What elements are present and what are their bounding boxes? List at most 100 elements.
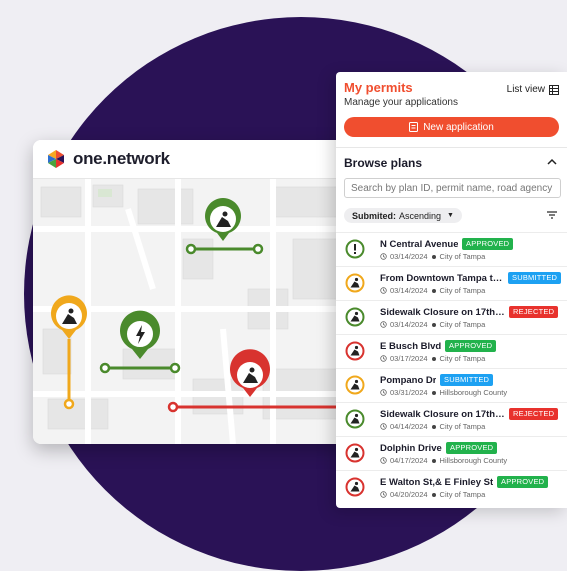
plan-list-item[interactable]: Dolphin Drive APPROVED 04/17/2024 Hillsboro…: [336, 436, 567, 470]
map-canvas[interactable]: [33, 179, 363, 444]
history-icon: [380, 355, 387, 362]
list-view-button[interactable]: List view: [507, 84, 559, 95]
history-icon: [380, 253, 387, 260]
plan-date: 03/31/2024: [390, 388, 428, 397]
plan-agency: City of Tampa: [439, 354, 486, 363]
filter-icon[interactable]: [547, 211, 557, 219]
permits-panel: My permits Manage your applications List…: [336, 72, 567, 508]
plan-date: 04/14/2024: [390, 422, 428, 431]
history-icon: [380, 321, 387, 328]
map-overlays: [51, 198, 363, 413]
roadworks-icon: [345, 477, 365, 497]
panel-title: My permits: [344, 80, 413, 95]
history-icon: [380, 457, 387, 464]
separator-dot: [431, 424, 436, 429]
history-icon: [380, 423, 387, 430]
route-orange[interactable]: [51, 295, 87, 410]
search-input[interactable]: [344, 178, 561, 198]
status-badge: SUBMITTED: [440, 374, 494, 386]
plan-date: 04/20/2024: [390, 490, 428, 499]
plan-meta: 03/17/2024 City of Tampa: [380, 354, 485, 363]
plan-meta: 03/14/2024 City of Tampa: [380, 252, 485, 261]
list-icon: [549, 84, 559, 95]
plan-agency: Hillsborough County: [439, 456, 508, 465]
history-icon: [380, 389, 387, 396]
route-green-middle[interactable]: [99, 310, 181, 374]
separator-dot: [431, 254, 436, 259]
plan-name: N Central Avenue: [380, 239, 459, 250]
new-application-label: New application: [423, 121, 494, 133]
plan-date: 03/14/2024: [390, 320, 428, 329]
plan-name: E Walton St,& E Finley St: [380, 477, 494, 488]
divider: [336, 147, 567, 148]
route-red[interactable]: [167, 349, 363, 413]
roadworks-icon: [345, 341, 365, 361]
sort-dropdown[interactable]: Submited: Ascending ▼: [344, 208, 462, 223]
plan-meta: 03/14/2024 City of Tampa: [380, 286, 485, 295]
separator-dot: [431, 288, 436, 293]
roadworks-icon: [345, 307, 365, 327]
plan-agency: Hillsborough County: [439, 388, 508, 397]
separator-dot: [431, 492, 436, 497]
roadworks-icon: [345, 409, 365, 429]
plan-name: Pompano Dr: [380, 375, 437, 386]
plan-agency: City of Tampa: [439, 286, 486, 295]
separator-dot: [431, 458, 436, 463]
plan-agency: City of Tampa: [439, 422, 486, 431]
document-icon: [409, 122, 419, 132]
plan-list-item[interactable]: E Walton St,& E Finley St APPROVED 04/20/2…: [336, 470, 567, 504]
list-view-label: List view: [506, 84, 545, 95]
plan-list-item[interactable]: Sidewalk Closure on 17th St. NW REJECTED 0…: [336, 402, 567, 436]
roadworks-icon: [345, 443, 365, 463]
plan-list-item[interactable]: Sidewalk Closure on 17th St. NW REJECTED 0…: [336, 300, 567, 334]
route-green-top[interactable]: [185, 198, 264, 255]
plan-name: Dolphin Drive: [380, 443, 442, 454]
separator-dot: [431, 356, 436, 361]
status-badge: REJECTED: [509, 408, 559, 420]
plan-list-item[interactable]: E Busch Blvd APPROVED 03/17/2024 City of Ta…: [336, 334, 567, 368]
plan-name: From Downtown Tampa to Pol...: [380, 273, 505, 284]
status-badge: REJECTED: [509, 306, 559, 318]
plan-meta: 03/31/2024 Hillsborough County: [380, 388, 507, 397]
status-badge: SUBMITTED: [508, 272, 562, 284]
plan-list-item[interactable]: From Downtown Tampa to Pol...SUBMITTED 03…: [336, 266, 567, 300]
panel-subtitle: Manage your applications: [344, 97, 458, 108]
plan-agency: City of Tampa: [439, 490, 486, 499]
status-badge: APPROVED: [446, 442, 498, 454]
status-badge: APPROVED: [445, 340, 497, 352]
plan-agency: City of Tampa: [439, 252, 486, 261]
status-badge: APPROVED: [497, 476, 549, 488]
separator-dot: [431, 322, 436, 327]
logo-icon: [48, 150, 64, 168]
sort-label: Submited:: [352, 210, 396, 221]
chevron-up-icon[interactable]: [547, 158, 557, 166]
plan-meta: 04/14/2024 City of Tampa: [380, 422, 485, 431]
plan-agency: City of Tampa: [439, 320, 486, 329]
plan-list-item[interactable]: Pompano Dr SUBMITTED 03/31/2024 Hillsboroug…: [336, 368, 567, 402]
separator-dot: [431, 390, 436, 395]
browse-plans-title: Browse plans: [344, 156, 423, 170]
roadworks-icon: [345, 273, 365, 293]
plan-name: E Busch Blvd: [380, 341, 442, 352]
map-card: one.network: [33, 140, 363, 444]
plan-date: 03/14/2024: [390, 252, 428, 261]
plan-list-item[interactable]: N Central Avenue APPROVED 03/14/2024 City o…: [336, 232, 567, 266]
history-icon: [380, 287, 387, 294]
caret-down-icon: ▼: [447, 212, 454, 219]
new-application-button[interactable]: New application: [344, 117, 559, 137]
logo-text: one.network: [73, 149, 170, 168]
plan-meta: 04/17/2024 Hillsborough County: [380, 456, 507, 465]
warning-icon: [345, 239, 365, 259]
plan-date: 04/17/2024: [390, 456, 428, 465]
plan-meta: 03/14/2024 City of Tampa: [380, 320, 485, 329]
plan-meta: 04/20/2024 City of Tampa: [380, 490, 485, 499]
plan-date: 03/17/2024: [390, 354, 428, 363]
sort-value: Ascending: [399, 210, 442, 221]
roadworks-icon: [345, 375, 365, 395]
plan-name: Sidewalk Closure on 17th St. NW: [380, 307, 505, 318]
history-icon: [380, 491, 387, 498]
plan-name: Sidewalk Closure on 17th St. NW: [380, 409, 505, 420]
status-badge: APPROVED: [462, 238, 514, 250]
plan-list: N Central Avenue APPROVED 03/14/2024 City o…: [336, 232, 567, 504]
plan-date: 03/14/2024: [390, 286, 428, 295]
